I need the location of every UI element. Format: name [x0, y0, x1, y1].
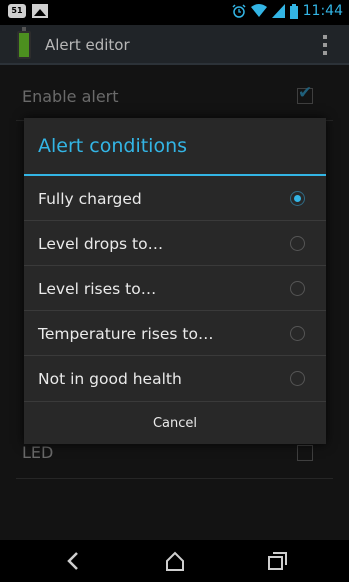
notification-badge-icon: 51 [8, 4, 26, 18]
status-bar: 51 11:44 [0, 0, 349, 25]
cellular-signal-icon [271, 4, 285, 18]
battery-app-icon[interactable] [17, 27, 31, 59]
alarm-icon [232, 4, 246, 18]
cancel-button[interactable]: Cancel [24, 401, 326, 444]
option-label: Level drops to… [38, 235, 164, 253]
page-title: Alert editor [45, 36, 130, 54]
option-not-in-good-health[interactable]: Not in good health [24, 356, 326, 401]
status-left: 51 [8, 4, 48, 18]
radio-icon[interactable] [290, 281, 305, 296]
wifi-icon [250, 4, 267, 17]
option-temperature-rises[interactable]: Temperature rises to… [24, 311, 326, 356]
image-icon [32, 4, 48, 18]
radio-selected-icon[interactable] [290, 191, 305, 206]
option-label: Fully charged [38, 190, 142, 208]
option-level-rises[interactable]: Level rises to… [24, 266, 326, 311]
overflow-menu-icon[interactable] [323, 35, 327, 55]
radio-icon[interactable] [290, 371, 305, 386]
option-label: Level rises to… [38, 280, 157, 298]
dialog-title: Alert conditions [24, 118, 326, 176]
action-bar: Alert editor [0, 25, 349, 65]
option-label: Temperature rises to… [38, 325, 214, 343]
radio-icon[interactable] [290, 236, 305, 251]
back-icon[interactable] [60, 550, 86, 572]
recent-apps-icon[interactable] [264, 550, 290, 572]
clock: 11:44 [302, 3, 343, 19]
home-icon[interactable] [162, 550, 188, 572]
option-level-drops[interactable]: Level drops to… [24, 221, 326, 266]
alert-conditions-dialog: Alert conditions Fully charged Level dro… [24, 118, 326, 444]
battery-icon [289, 3, 298, 19]
radio-icon[interactable] [290, 326, 305, 341]
option-label: Not in good health [38, 370, 182, 388]
status-right: 11:44 [232, 3, 343, 19]
navigation-bar [0, 540, 349, 582]
option-fully-charged[interactable]: Fully charged [24, 176, 326, 221]
